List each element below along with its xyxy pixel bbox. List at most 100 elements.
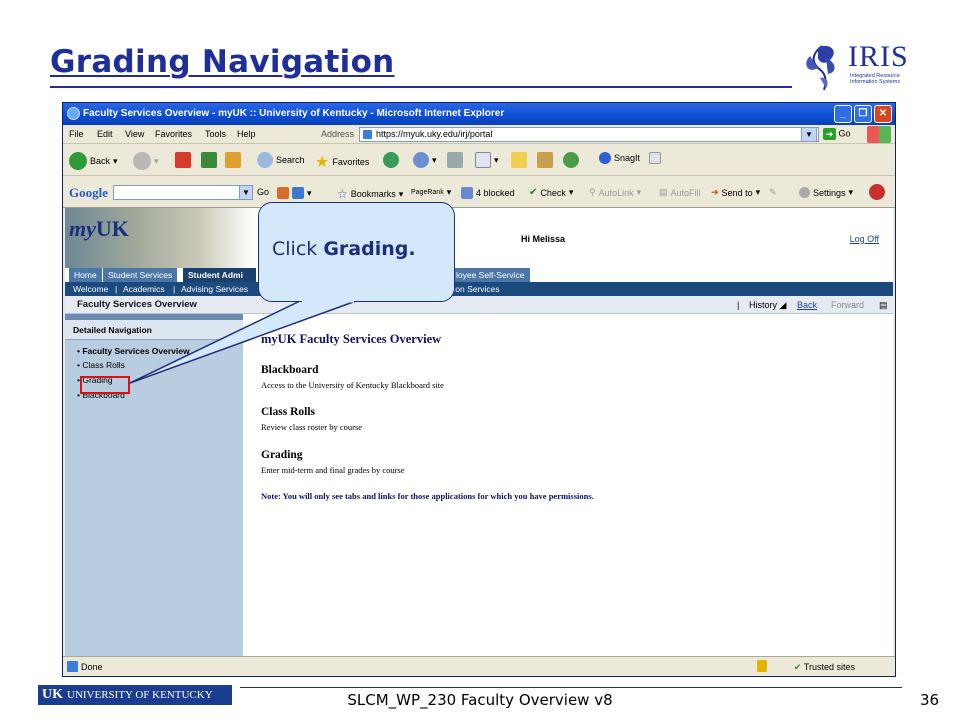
mail-button[interactable]: ▾ <box>413 152 437 168</box>
ie-icon <box>67 107 80 120</box>
footer-text: SLCM_WP_230 Faculty Overview v8 <box>347 691 613 709</box>
autofill-button[interactable]: ▤ AutoFill <box>659 187 701 198</box>
snagit-icon <box>599 152 611 164</box>
windows-flag-icon <box>867 126 891 143</box>
menu-edit[interactable]: Edit <box>97 129 113 139</box>
settings-button[interactable]: Settings ▾ <box>799 187 853 198</box>
tab-home[interactable]: Home <box>69 268 103 282</box>
address-bar[interactable]: https://myuk.uky.edu/irj/portal <box>359 127 819 142</box>
research-button[interactable] <box>537 152 553 168</box>
back-label: Back <box>90 156 111 166</box>
menu-tools[interactable]: Tools <box>205 129 226 139</box>
go-label: Go <box>838 128 851 139</box>
section-heading-blackboard: Blackboard <box>261 364 319 376</box>
menu-view[interactable]: View <box>125 129 144 139</box>
google-toolbar: Google ▼ Go ▾ ☆ Bookmarks ▾ PageRank ▾ 4 b… <box>63 176 895 208</box>
popup-blocked-icon <box>461 187 473 199</box>
browser-window: Faculty Services Overview - myUK :: Univ… <box>62 102 896 677</box>
sendto-button[interactable]: ➜ Send to ▾ ✎ <box>711 187 777 198</box>
edit-button[interactable]: ▾ <box>475 152 499 168</box>
search-button[interactable]: Search <box>257 152 305 168</box>
subnav-academics[interactable]: Academics <box>123 282 165 296</box>
maximize-button[interactable]: ❐ <box>854 105 872 123</box>
main-content: myUK Faculty Services Overview Blackboar… <box>261 332 594 501</box>
google-search-input[interactable] <box>113 185 253 200</box>
go-button[interactable]: ➜ Go <box>823 128 851 140</box>
favorites-button[interactable]: ★ Favorites <box>315 152 369 172</box>
google-go-button[interactable]: Go <box>257 187 269 197</box>
discuss-button[interactable] <box>511 152 527 168</box>
myuk-logo[interactable]: myUK <box>69 216 129 242</box>
refresh-button[interactable] <box>201 152 217 168</box>
tab-student-admin[interactable]: Student Admi <box>183 268 257 282</box>
tab-student-services[interactable]: Student Services <box>103 268 179 282</box>
web-page: myUK Hi Melissa Log Off Home Student Ser… <box>65 208 893 656</box>
search-label: Search <box>276 155 305 165</box>
nav-item-faculty-services-overview[interactable]: • Faculty Services Overview <box>77 346 190 356</box>
title-rule <box>50 86 792 88</box>
pagerank-indicator: PageRank ▾ <box>411 187 452 197</box>
address-label: Address <box>321 129 355 139</box>
window-title: Faculty Services Overview - myUK :: Univ… <box>83 108 505 119</box>
forward-link[interactable]: Forward <box>831 300 864 310</box>
subnav-advising-services[interactable]: Advising Services <box>181 282 248 296</box>
spellcheck-button[interactable]: ✔ Check ▾ <box>529 187 573 198</box>
detailed-navigation-header: Detailed Navigation <box>65 320 243 340</box>
google-tools[interactable]: ▾ <box>277 187 312 199</box>
security-zone: ✔ Trusted sites <box>793 662 855 672</box>
tab-employee-self-service[interactable]: loyee Self-Service <box>451 268 531 282</box>
history-icon <box>383 152 399 168</box>
popup-blocker[interactable]: 4 blocked <box>461 187 515 199</box>
address-dropdown-icon[interactable]: ▼ <box>801 127 817 142</box>
back-link[interactable]: Back <box>797 300 817 310</box>
nav-item-class-rolls[interactable]: • Class Rolls <box>77 360 125 370</box>
print-icon <box>447 152 463 168</box>
menu-file[interactable]: File <box>69 129 84 139</box>
greeting: Hi Melissa <box>521 234 566 244</box>
logoff-link[interactable]: Log Off <box>850 234 879 244</box>
toolbar-options-button[interactable] <box>869 184 885 200</box>
menu-favorites[interactable]: Favorites <box>155 129 192 139</box>
research-icon <box>537 152 553 168</box>
callout-text: Click Grading. <box>272 238 416 260</box>
snagit-label: SnagIt <box>614 153 641 163</box>
slide-number: 36 <box>920 691 940 709</box>
print-button[interactable] <box>447 152 463 168</box>
history-dropdown[interactable]: History ◢ <box>749 300 786 311</box>
slide-title: Grading Navigation <box>50 44 395 80</box>
status-bar: Done ✔ Trusted sites <box>63 656 895 676</box>
autolink-button[interactable]: ⚲ AutoLink ▾ <box>589 187 641 198</box>
window-titlebar[interactable]: Faculty Services Overview - myUK :: Univ… <box>63 103 895 125</box>
stop-button[interactable] <box>175 152 191 168</box>
back-button[interactable]: Back ▾ <box>69 152 118 170</box>
home-icon <box>225 152 241 168</box>
options-icon <box>869 184 885 200</box>
bookmarks-button[interactable]: ☆ Bookmarks ▾ <box>337 187 403 201</box>
address-value: https://myuk.uky.edu/irj/portal <box>376 129 493 139</box>
news-icon <box>277 187 289 199</box>
minimize-button[interactable]: _ <box>834 105 852 123</box>
stop-icon <box>175 152 191 168</box>
messenger-button[interactable] <box>563 152 579 168</box>
page-done-icon <box>67 661 78 672</box>
forward-button[interactable]: ▾ <box>133 152 159 170</box>
check-icon: ✔ <box>529 187 538 198</box>
subnav-welcome[interactable]: Welcome <box>73 282 108 296</box>
home-button[interactable] <box>225 152 241 168</box>
history-button[interactable] <box>383 152 399 168</box>
close-button[interactable]: ✕ <box>874 105 892 123</box>
snagit-capture-icon <box>649 152 662 164</box>
word-icon <box>475 152 491 168</box>
detailed-navigation-panel: Detailed Navigation • Faculty Services O… <box>65 314 243 656</box>
messenger-icon <box>563 152 579 168</box>
google-dropdown-icon[interactable]: ▼ <box>239 185 253 200</box>
section-heading-grading: Grading <box>261 449 303 461</box>
snagit-button[interactable]: SnagIt <box>599 152 662 164</box>
content-title: myUK Faculty Services Overview <box>261 332 442 346</box>
page-title-bar: Faculty Services Overview | History ◢ Ba… <box>65 296 893 314</box>
subnav-information-services[interactable]: tion Services <box>451 282 500 296</box>
menu-help[interactable]: Help <box>237 129 256 139</box>
refresh-icon <box>201 152 217 168</box>
settings-icon <box>799 187 810 198</box>
page-options-icon[interactable]: ▤ <box>879 300 888 311</box>
